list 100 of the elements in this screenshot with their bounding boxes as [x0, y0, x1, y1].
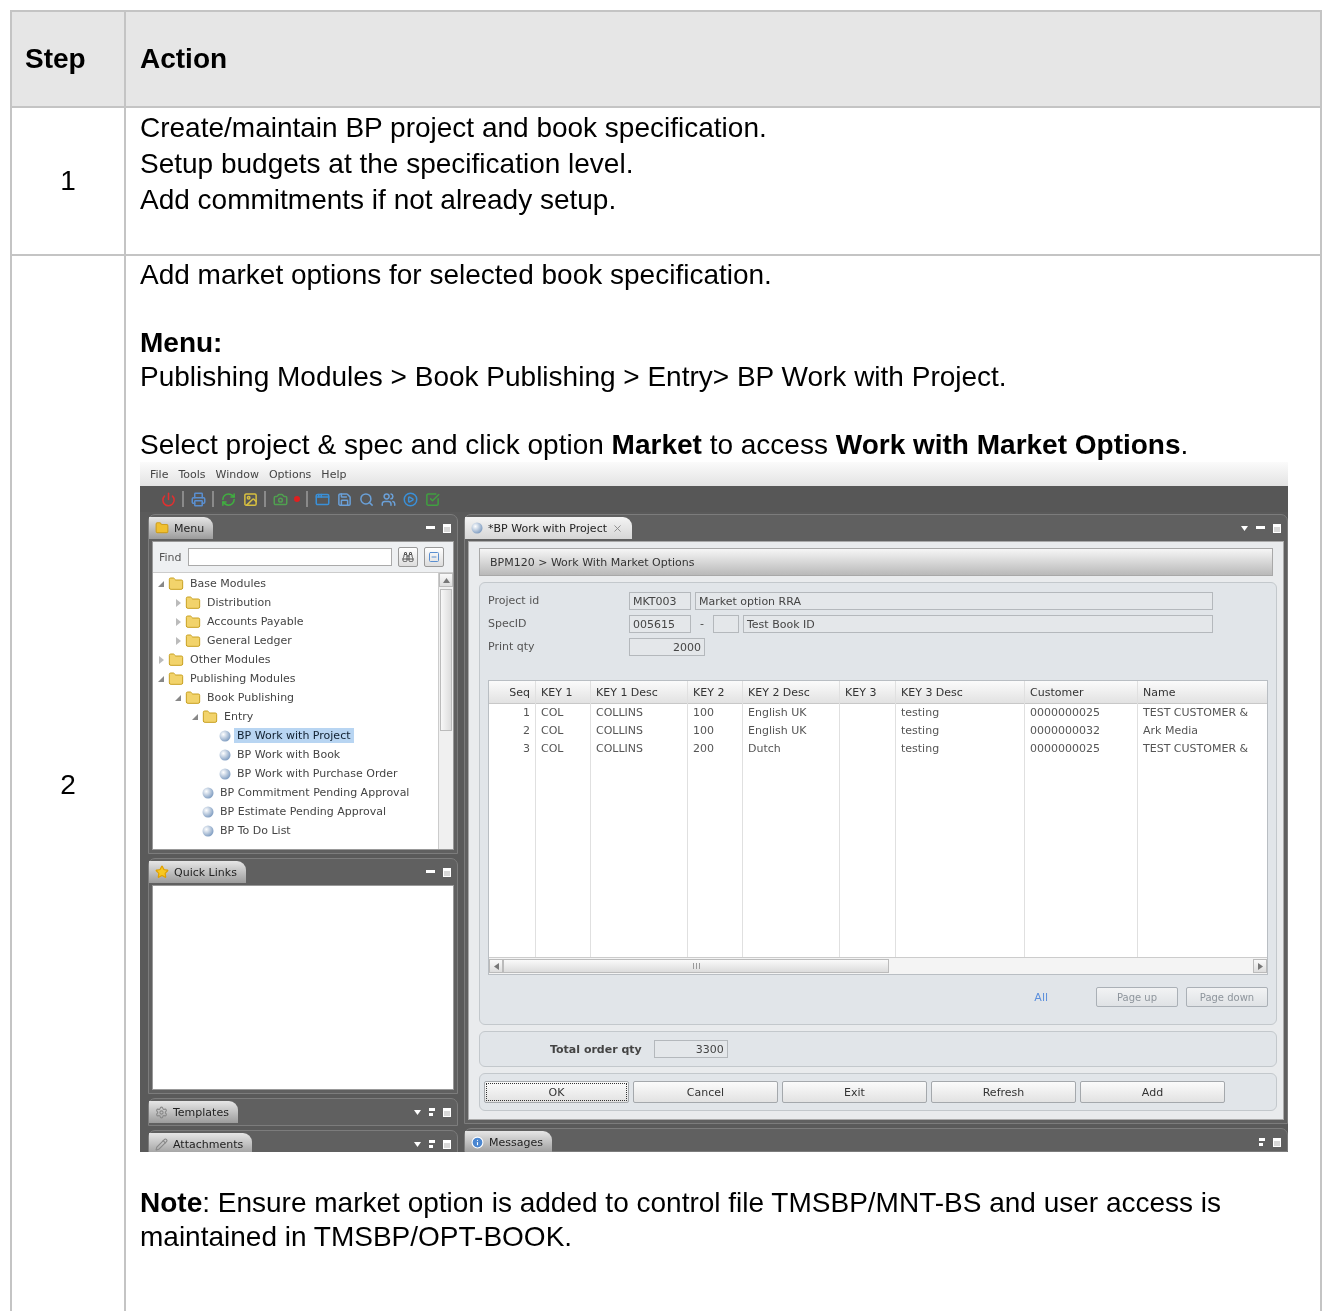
text-field[interactable]: MKT003 [629, 591, 691, 610]
action-button[interactable]: Cancel [633, 1081, 778, 1103]
maximize-icon[interactable] [1273, 523, 1281, 533]
restore-icon[interactable] [429, 1108, 435, 1116]
panel-tab[interactable]: Menu [149, 517, 214, 539]
maximize-icon[interactable] [443, 1139, 451, 1149]
maximize-icon[interactable] [1273, 1137, 1281, 1147]
column-header[interactable]: Seq [489, 681, 535, 704]
expand-arrow-icon[interactable] [191, 712, 199, 721]
table-cell-text: COLLINS [595, 723, 645, 739]
total-field[interactable]: 3300 [653, 1040, 728, 1058]
column-header[interactable]: KEY 3 Desc [896, 681, 1024, 704]
restore-icon[interactable] [1259, 1138, 1265, 1146]
column-header[interactable]: KEY 1 [536, 681, 590, 704]
table-cell-text: English UK [747, 723, 808, 739]
maximize-icon[interactable] [443, 1107, 451, 1117]
column-header: Action [126, 12, 1322, 108]
tree-item[interactable]: BP Work with Project [234, 728, 354, 743]
tree-item[interactable]: Base Modules [187, 576, 269, 591]
action-button[interactable]: Exit [782, 1081, 927, 1103]
panel-tab[interactable]: Attachments [149, 1133, 253, 1152]
menu-item[interactable]: Tools [173, 466, 211, 482]
tree-item[interactable]: BP Estimate Pending Approval [217, 804, 390, 819]
play-icon[interactable] [402, 491, 418, 507]
maximize-icon[interactable] [443, 523, 451, 533]
save-icon[interactable] [336, 491, 352, 507]
checkbox-icon[interactable] [424, 491, 440, 507]
expand-arrow-icon[interactable] [157, 674, 165, 683]
printer-icon[interactable] [190, 491, 206, 507]
search-icon[interactable] [358, 491, 374, 507]
expand-arrow-icon[interactable] [157, 655, 165, 664]
window-icon[interactable] [314, 491, 330, 507]
tree-item[interactable]: Entry [221, 709, 257, 724]
column-header[interactable]: KEY 2 Desc [743, 681, 839, 704]
table-cell-text: 0000000025 [1029, 741, 1101, 757]
camera-icon[interactable] [272, 491, 288, 507]
table-cell-text: 200 [692, 741, 715, 757]
text-field[interactable]: Market option RRA [695, 591, 1213, 610]
scroll-right-arrow-icon[interactable] [1257, 962, 1263, 970]
expand-arrow-icon[interactable] [157, 579, 165, 588]
tree-item[interactable]: BP Work with Purchase Order [234, 766, 401, 781]
text-field[interactable]: 005615 [629, 614, 691, 633]
collapse-icon[interactable] [423, 547, 444, 567]
tree-item[interactable]: Book Publishing [204, 690, 298, 705]
tree-item[interactable]: BP To Do List [217, 823, 294, 838]
editor-tab[interactable]: *BP Work with Project [465, 517, 632, 539]
minimize-icon[interactable] [426, 869, 435, 875]
text-field[interactable]: 2000 [629, 637, 705, 656]
action-button[interactable]: OK [484, 1081, 629, 1103]
find-field[interactable] [187, 548, 392, 566]
tree-item[interactable]: Distribution [204, 595, 275, 610]
menu-item[interactable]: Help [316, 466, 352, 482]
grip-icon[interactable] [692, 963, 700, 969]
binoculars-icon[interactable] [397, 547, 418, 567]
tree-item[interactable]: BP Work with Book [234, 747, 344, 762]
expand-arrow-icon[interactable] [174, 636, 182, 645]
tree-item[interactable]: BP Commitment Pending Approval [217, 785, 413, 800]
tree-item[interactable]: Publishing Modules [187, 671, 299, 686]
record-dot-icon[interactable] [294, 496, 300, 502]
minimize-icon[interactable] [1256, 525, 1265, 531]
column-header[interactable]: Name [1138, 681, 1267, 704]
table-cell-text: Dutch [747, 741, 782, 757]
expand-arrow-icon[interactable] [174, 693, 182, 702]
maximize-icon[interactable] [443, 867, 451, 877]
table-cell-text: COL [540, 705, 565, 721]
horizontal-scrollbar[interactable] [489, 957, 1267, 974]
menu-item[interactable]: Window [210, 466, 264, 482]
dropdown-triangle-icon[interactable] [1241, 525, 1248, 531]
dropdown-triangle-icon[interactable] [414, 1109, 421, 1115]
column-header[interactable]: KEY 2 [688, 681, 742, 704]
folder-icon [185, 613, 201, 630]
panel-tab[interactable]: Templates [149, 1101, 238, 1123]
scroll-left-arrow-icon[interactable] [493, 962, 499, 970]
tree-item[interactable]: Accounts Payable [204, 614, 307, 629]
restore-icon[interactable] [429, 1140, 435, 1148]
menu-item[interactable]: Options [263, 466, 317, 482]
text-field[interactable]: Test Book ID [743, 614, 1213, 633]
menu-item[interactable]: File [145, 466, 174, 482]
text-field[interactable] [713, 614, 739, 633]
close-icon[interactable] [612, 522, 623, 534]
column-header[interactable]: KEY 1 Desc [591, 681, 687, 704]
tree-item[interactable]: General Ledger [204, 633, 295, 648]
panel-tab[interactable]: Quick Links [149, 861, 246, 883]
minimize-icon[interactable] [426, 525, 435, 531]
scroll-up-arrow-icon[interactable] [442, 577, 450, 583]
action-button[interactable]: Refresh [931, 1081, 1076, 1103]
action-button[interactable]: Add [1080, 1081, 1225, 1103]
column-header[interactable]: KEY 3 [840, 681, 895, 704]
vertical-scrollbar[interactable] [438, 573, 453, 849]
users-icon[interactable] [380, 491, 396, 507]
column-header: Step [12, 12, 126, 108]
expand-arrow-icon[interactable] [174, 598, 182, 607]
panel-tab[interactable]: Messages [465, 1131, 552, 1152]
dropdown-triangle-icon[interactable] [414, 1141, 421, 1147]
table-cell-text: COLLINS [595, 741, 645, 757]
refresh-icon[interactable] [220, 491, 236, 507]
tree-item[interactable]: Other Modules [187, 652, 274, 667]
column-header[interactable]: Customer [1025, 681, 1137, 704]
picture-icon[interactable] [242, 491, 258, 507]
expand-arrow-icon[interactable] [174, 617, 182, 626]
